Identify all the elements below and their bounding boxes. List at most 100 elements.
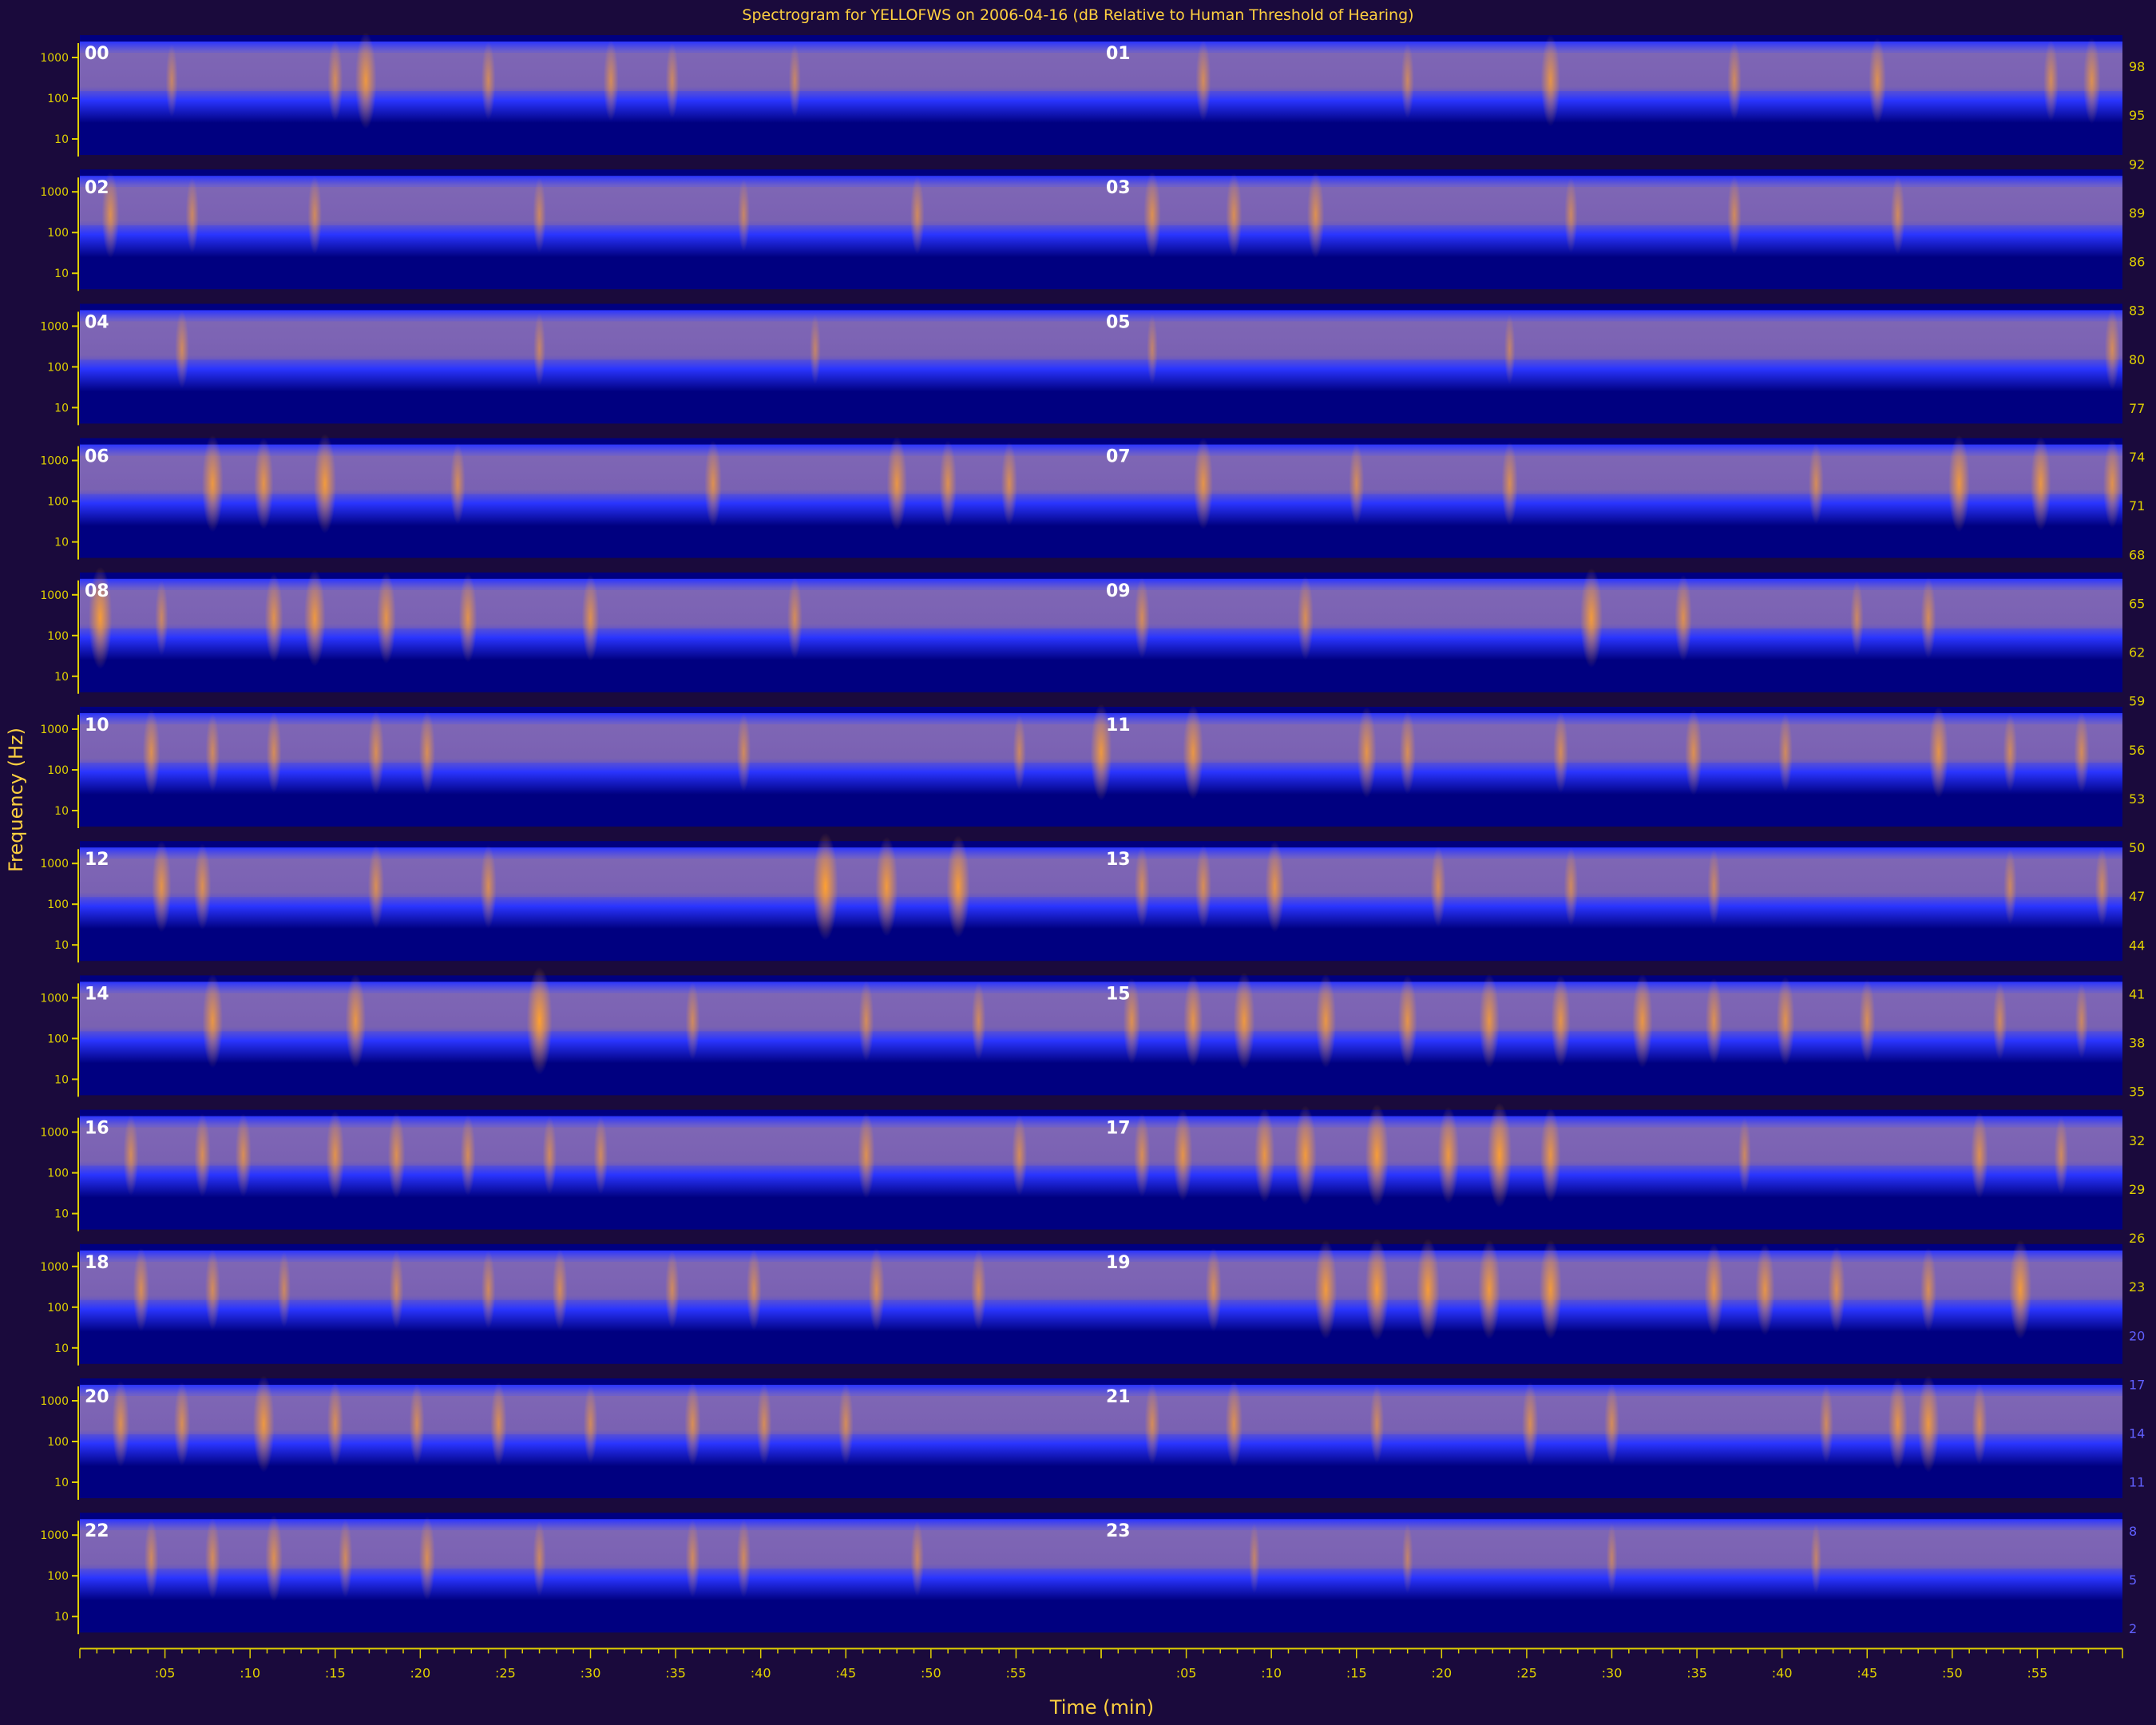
spectrogram-panel-08: 08 <box>80 566 1101 692</box>
energy-event <box>1134 846 1150 927</box>
energy-event <box>1859 979 1876 1063</box>
panel-hour-label: 01 <box>1106 44 1131 64</box>
colorbar-tick-label: 86 <box>2129 255 2145 270</box>
y-tick-label: 10 <box>54 1073 69 1086</box>
energy-event <box>664 1250 680 1329</box>
energy-event <box>201 434 224 533</box>
panel-hour-label: 00 <box>85 44 109 64</box>
spectrogram-panel-19: 19 <box>1101 1238 2122 1364</box>
energy-event <box>265 1515 283 1602</box>
colorbar-tick-label: 74 <box>2129 450 2145 465</box>
panel-hour-label: 05 <box>1106 312 1131 332</box>
y-axis: 1000 100 10 <box>40 1117 79 1231</box>
panel-hour-label: 06 <box>85 447 109 467</box>
energy-event <box>152 840 172 933</box>
energy-event <box>367 710 385 795</box>
spectrogram-panel-00: 00 <box>80 32 1101 155</box>
energy-event <box>194 1113 211 1197</box>
spectrogram-panel-02: 02 <box>80 169 1101 290</box>
y-tick-label: 100 <box>47 1033 69 1045</box>
energy-event <box>155 580 168 656</box>
energy-event <box>409 1383 425 1465</box>
energy-event <box>1890 176 1905 255</box>
energy-event <box>533 312 546 386</box>
panel-hour-label: 19 <box>1106 1253 1131 1273</box>
x-tick-label: :40 <box>1772 1665 1793 1680</box>
energy-event <box>533 176 546 253</box>
y-tick-label: 100 <box>47 630 69 643</box>
y-tick-label: 10 <box>54 1208 69 1221</box>
y-tick-label: 100 <box>47 764 69 777</box>
energy-event <box>252 1375 275 1473</box>
y-tick-label: 100 <box>47 1302 69 1315</box>
energy-event <box>1704 1243 1724 1336</box>
spectrogram-panel-12: 12 <box>80 832 1101 962</box>
x-tick-label: :05 <box>155 1665 176 1680</box>
panel-energy-haze <box>80 1261 1101 1300</box>
energy-event <box>1437 1106 1460 1204</box>
energy-event <box>812 832 838 941</box>
panel-hour-label: 23 <box>1106 1521 1131 1541</box>
energy-event <box>736 713 751 791</box>
x-tick-label: :55 <box>2027 1665 2048 1680</box>
energy-event <box>1971 1112 1988 1199</box>
energy-event <box>367 844 385 929</box>
energy-event <box>868 1247 885 1332</box>
energy-event <box>1315 974 1337 1069</box>
energy-event <box>1357 706 1377 799</box>
x-tick-label: :25 <box>1516 1665 1537 1680</box>
colorbar-tick-label: 77 <box>2129 401 2145 416</box>
energy-event <box>1705 978 1723 1065</box>
panel-hour-label: 02 <box>85 178 109 198</box>
colorbar-tick-label: 44 <box>2129 938 2145 953</box>
energy-event <box>1297 576 1314 660</box>
y-axis: 1000 100 10 <box>40 43 79 157</box>
energy-event <box>1226 172 1242 257</box>
energy-event <box>1248 1523 1260 1594</box>
energy-event <box>910 176 925 255</box>
spectrogram-panel-07: 07 <box>1101 434 2122 558</box>
energy-event <box>1707 848 1721 925</box>
energy-event <box>387 1112 406 1199</box>
energy-event <box>481 42 496 120</box>
energy-event <box>910 1520 924 1596</box>
y-axis: 1000 100 10 <box>40 1251 79 1366</box>
x-tick-label: :20 <box>1431 1665 1452 1680</box>
y-axis: 1000 100 10 <box>40 177 79 291</box>
y-tick-label: 100 <box>47 1436 69 1449</box>
y-tick-label: 1000 <box>40 1395 69 1408</box>
energy-event <box>1522 1382 1539 1466</box>
panel-energy-haze <box>1101 859 2122 898</box>
panel-energy-haze <box>1101 1127 2122 1166</box>
colorbar-tick-label: 89 <box>2129 205 2145 220</box>
x-tick-label: :20 <box>410 1665 430 1680</box>
energy-event <box>355 32 377 129</box>
panel-energy-haze <box>80 321 1101 360</box>
panel-hour-label: 11 <box>1106 716 1131 736</box>
colorbar-tick-label: 20 <box>2129 1328 2145 1343</box>
panel-energy-haze <box>1101 187 2122 226</box>
colorbar-tick-label: 23 <box>2129 1279 2145 1295</box>
colorbar-tick-label: 98 <box>2129 59 2145 74</box>
energy-event <box>1563 847 1579 926</box>
energy-event <box>971 981 986 1061</box>
x-tick-label: :05 <box>1176 1665 1197 1680</box>
energy-event <box>1183 704 1203 800</box>
panel-hour-label: 22 <box>85 1521 109 1541</box>
energy-event <box>1778 713 1793 791</box>
y-tick-label: 1000 <box>40 186 69 199</box>
energy-event <box>1012 1114 1028 1196</box>
energy-event <box>593 1116 608 1195</box>
energy-event <box>946 835 970 938</box>
y-tick-label: 10 <box>54 1342 69 1355</box>
energy-event <box>1674 574 1692 661</box>
energy-event <box>264 573 283 663</box>
energy-event <box>1819 1385 1833 1463</box>
energy-event <box>1183 975 1203 1067</box>
energy-event <box>704 440 722 527</box>
energy-event <box>858 1112 875 1199</box>
energy-event <box>345 974 367 1069</box>
energy-event <box>1606 1523 1618 1594</box>
energy-event <box>266 712 282 793</box>
energy-event <box>746 1249 762 1330</box>
